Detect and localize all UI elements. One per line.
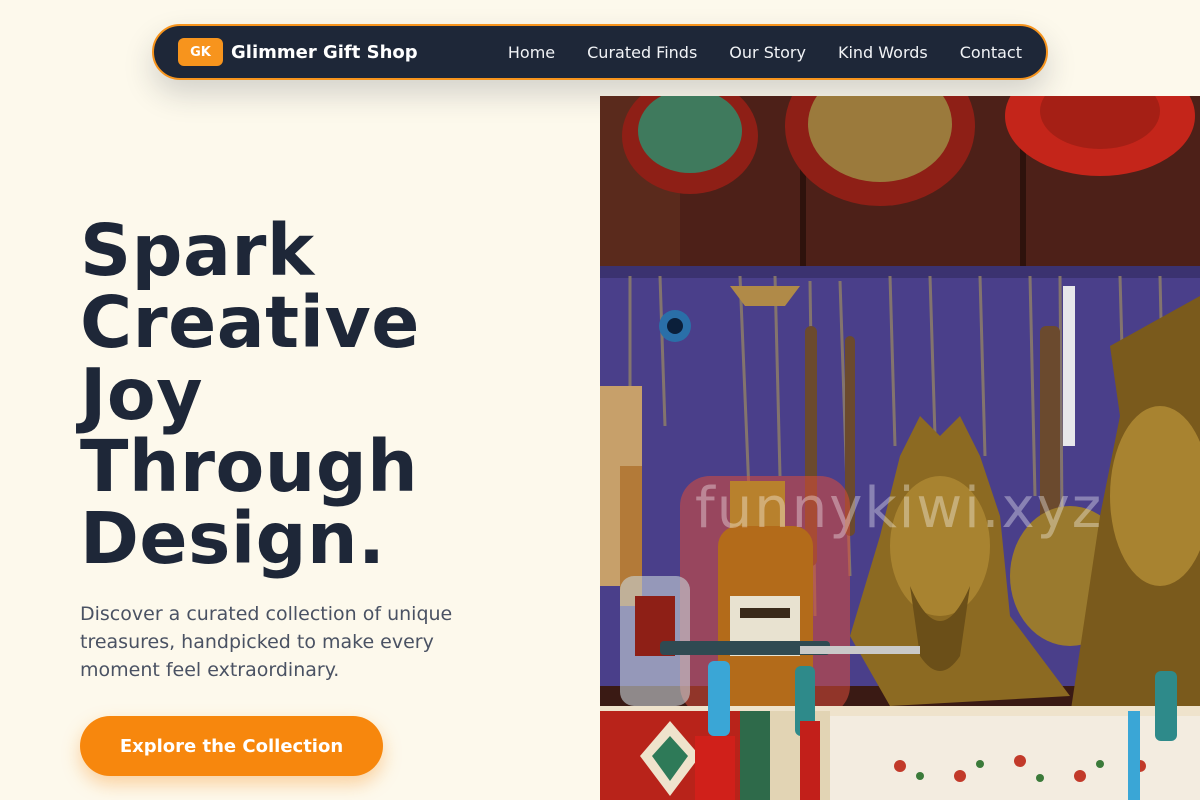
souvenir-shop-photo bbox=[600, 96, 1200, 800]
hero-title-line: Through bbox=[80, 425, 419, 508]
nav-link-our-story[interactable]: Our Story bbox=[729, 43, 806, 62]
hero-subtitle: Discover a curated collection of unique … bbox=[80, 603, 453, 681]
hero-title-line: Joy bbox=[80, 353, 203, 436]
explore-collection-button[interactable]: Explore the Collection bbox=[80, 716, 383, 776]
hero-title-line: Spark bbox=[80, 209, 315, 292]
logo-badge[interactable]: GK bbox=[178, 38, 223, 66]
nav-link-kind-words[interactable]: Kind Words bbox=[838, 43, 928, 62]
hero-title-line: Creative bbox=[80, 281, 420, 364]
image-watermark: funnykiwi.xyz bbox=[695, 476, 1104, 541]
nav-link-home[interactable]: Home bbox=[508, 43, 555, 62]
brand-name[interactable]: Glimmer Gift Shop bbox=[231, 42, 418, 63]
nav-links: Home Curated Finds Our Story Kind Words … bbox=[508, 43, 1022, 62]
nav-link-curated-finds[interactable]: Curated Finds bbox=[587, 43, 697, 62]
hero-title-line: Design. bbox=[80, 497, 386, 580]
hero-title: Spark Creative Joy Through Design. bbox=[80, 215, 550, 575]
top-navigation: GK Glimmer Gift Shop Home Curated Finds … bbox=[152, 24, 1048, 80]
hero-image: funnykiwi.xyz bbox=[600, 96, 1200, 800]
nav-link-contact[interactable]: Contact bbox=[960, 43, 1022, 62]
